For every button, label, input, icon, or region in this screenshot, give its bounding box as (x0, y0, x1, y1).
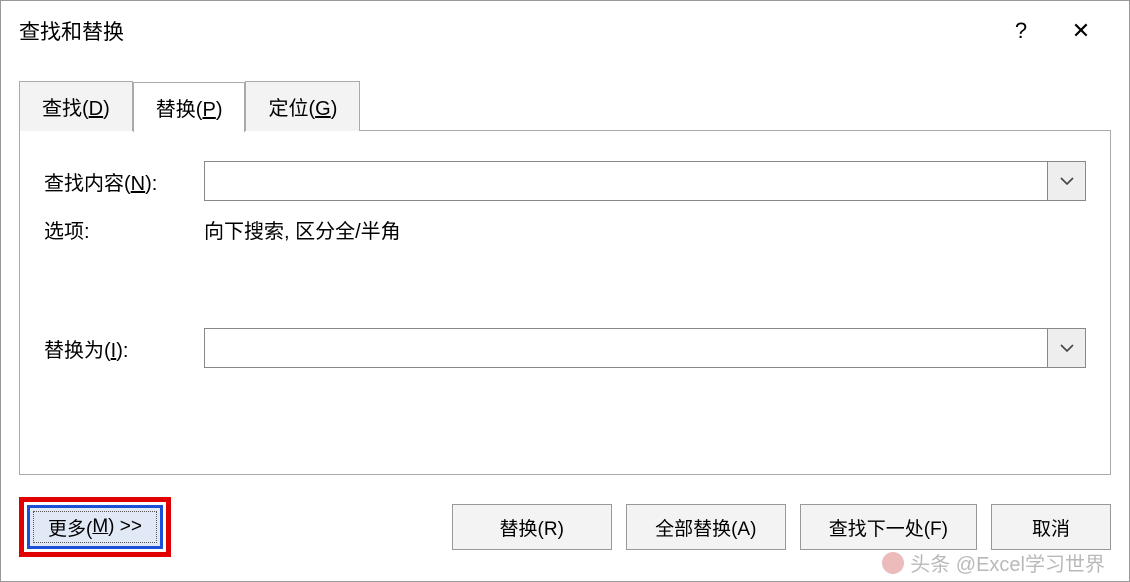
chevron-down-icon (1060, 177, 1074, 185)
chevron-down-icon (1060, 344, 1074, 352)
options-value: 向下搜索, 区分全/半角 (204, 215, 401, 244)
more-highlight: 更多(M) >> (19, 497, 171, 557)
titlebar: 查找和替换 ? ✕ (1, 1, 1129, 61)
replace-input[interactable] (205, 329, 1047, 367)
replace-dropdown-button[interactable] (1047, 329, 1085, 367)
tab-goto[interactable]: 定位(G) (245, 81, 360, 131)
replace-combo (204, 328, 1086, 368)
options-label: 选项: (44, 215, 204, 244)
tab-strip: 查找(D) 替换(P) 定位(G) (19, 81, 1129, 131)
find-label: 查找内容(N): (44, 167, 204, 196)
find-replace-dialog: 查找和替换 ? ✕ 查找(D) 替换(P) 定位(G) 查找内容(N): (0, 0, 1130, 582)
close-button[interactable]: ✕ (1051, 1, 1111, 61)
tab-panel: 查找内容(N): 选项: 向下搜索, 区分全/半角 替换为(I): (19, 130, 1111, 475)
replace-button[interactable]: 替换(R) (452, 504, 612, 550)
find-dropdown-button[interactable] (1047, 162, 1085, 200)
options-row: 选项: 向下搜索, 区分全/半角 (44, 215, 1086, 244)
find-row: 查找内容(N): (44, 161, 1086, 201)
replace-row: 替换为(I): (44, 328, 1086, 368)
button-row: 更多(M) >> 替换(R) 全部替换(A) 查找下一处(F) 取消 (19, 497, 1111, 557)
more-button[interactable]: 更多(M) >> (27, 505, 163, 549)
replace-all-button[interactable]: 全部替换(A) (626, 504, 786, 550)
tab-find[interactable]: 查找(D) (19, 81, 133, 131)
tab-replace[interactable]: 替换(P) (133, 82, 246, 132)
help-button[interactable]: ? (991, 1, 1051, 61)
find-next-button[interactable]: 查找下一处(F) (800, 504, 977, 550)
replace-label: 替换为(I): (44, 334, 204, 363)
find-input[interactable] (205, 162, 1047, 200)
cancel-button[interactable]: 取消 (991, 504, 1111, 550)
dialog-title: 查找和替换 (19, 16, 991, 46)
find-combo (204, 161, 1086, 201)
